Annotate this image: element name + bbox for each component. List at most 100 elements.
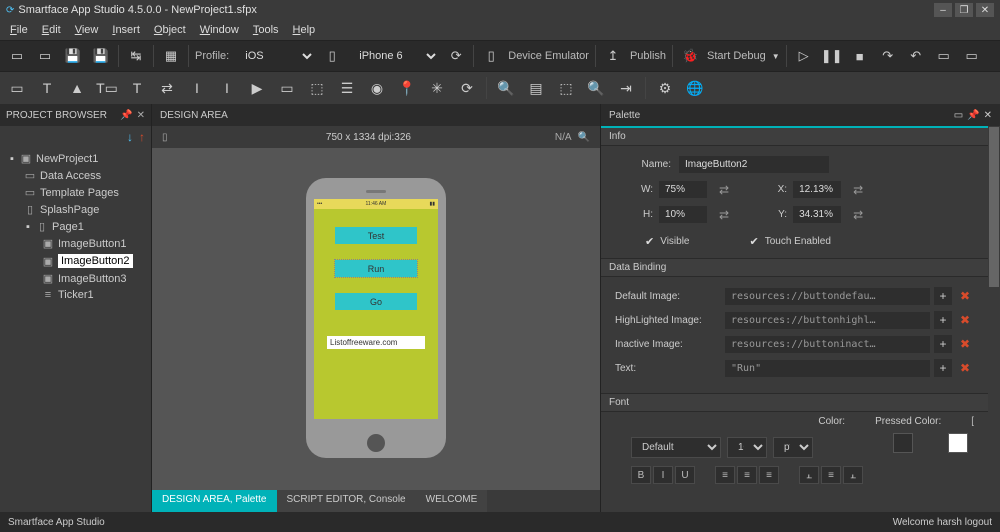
move-up-icon[interactable]: ↑	[139, 130, 145, 144]
x-input[interactable]	[793, 181, 841, 198]
imagebutton-test[interactable]: Test	[335, 227, 417, 244]
open-icon[interactable]: ▭	[34, 45, 56, 67]
touch-checkbox[interactable]: ✔Touch Enabled	[750, 235, 831, 248]
status-right[interactable]: Welcome harsh logout	[893, 517, 992, 528]
color-swatch[interactable]	[893, 433, 913, 453]
publish-icon[interactable]: ↥	[602, 45, 624, 67]
minimize-button[interactable]: –	[934, 3, 952, 17]
settings-icon[interactable]: ⚙	[654, 77, 676, 99]
extra1-icon[interactable]: ▭	[933, 45, 955, 67]
project-tree[interactable]: ▪ ▣ NewProject1 ▭ Data Access ▭ Template…	[0, 148, 151, 512]
valign-mid-button[interactable]: ≡	[821, 466, 841, 484]
publish-label[interactable]: Publish	[630, 50, 666, 62]
debug-label[interactable]: Start Debug	[707, 50, 766, 62]
add-button[interactable]: +	[934, 359, 952, 377]
tree-root[interactable]: ▪ ▣ NewProject1	[0, 150, 151, 167]
menu-file[interactable]: File	[4, 22, 34, 38]
grid-icon[interactable]: ▦	[160, 45, 182, 67]
snap-icon[interactable]: ⬚	[555, 77, 577, 99]
underline-button[interactable]: U	[675, 466, 695, 484]
emulator-icon[interactable]: ▯	[480, 45, 502, 67]
delete-button[interactable]: ✖	[956, 287, 974, 305]
pin-icon[interactable]: 📌	[967, 110, 979, 121]
align-right-button[interactable]: ≡	[759, 466, 779, 484]
swap-icon[interactable]: ⇄	[853, 208, 863, 222]
device-icon[interactable]: ▯	[321, 45, 343, 67]
add-button[interactable]: +	[934, 311, 952, 329]
stop-icon[interactable]: ■	[849, 45, 871, 67]
close-palette-icon[interactable]: ✕	[984, 110, 992, 121]
name-input[interactable]	[679, 156, 829, 173]
step-into-icon[interactable]: ▷	[793, 45, 815, 67]
bold-button[interactable]: B	[631, 466, 651, 484]
valign-bot-button[interactable]: ⫠	[843, 466, 863, 484]
font-size-dropdown[interactable]: 10	[727, 437, 767, 458]
pin-icon[interactable]: 📌	[120, 110, 132, 121]
font-family-dropdown[interactable]: Default	[631, 437, 721, 458]
imagebutton-go[interactable]: Go	[335, 293, 417, 310]
italic-button[interactable]: I	[653, 466, 673, 484]
container-icon[interactable]: ▭	[276, 77, 298, 99]
databinding-section-header[interactable]: Data Binding	[601, 258, 988, 277]
close-button[interactable]: ✕	[976, 3, 994, 17]
imagebutton-run[interactable]: Run	[335, 260, 417, 277]
menu-tools[interactable]: Tools	[247, 22, 285, 38]
globe-icon[interactable]: 🌐	[684, 77, 706, 99]
menu-edit[interactable]: Edit	[36, 22, 67, 38]
pressed-color-swatch[interactable]	[948, 433, 968, 453]
loader-icon[interactable]: ✳	[426, 77, 448, 99]
save-icon[interactable]: 💾	[62, 45, 84, 67]
menu-help[interactable]: Help	[287, 22, 322, 38]
swap-icon[interactable]: ⇄	[853, 183, 863, 197]
select-icon[interactable]: ⬚	[306, 77, 328, 99]
font-unit-dropdown[interactable]: pt	[773, 437, 813, 458]
rec-icon[interactable]: ◉	[366, 77, 388, 99]
align-left-button[interactable]: ≡	[715, 466, 735, 484]
profile-dropdown[interactable]: iOS	[235, 47, 315, 65]
save-all-icon[interactable]: 💾	[90, 45, 112, 67]
emulator-label[interactable]: Device Emulator	[508, 50, 589, 62]
menu-view[interactable]: View	[69, 22, 105, 38]
inactive-image-input[interactable]	[725, 336, 930, 353]
text2-icon[interactable]: I	[186, 77, 208, 99]
tree-item-data-access[interactable]: ▭ Data Access	[0, 167, 151, 184]
info-section-header[interactable]: Info	[601, 126, 988, 146]
button-icon[interactable]: T	[126, 77, 148, 99]
ticker[interactable]: Listoffreeware.com	[327, 336, 425, 349]
text-input[interactable]	[725, 360, 930, 377]
play-icon[interactable]: ▶	[246, 77, 268, 99]
menu-object[interactable]: Object	[148, 22, 192, 38]
device-screen[interactable]: ••• 11:46 AM ▮▮ Test Run Go Listoffreewa…	[314, 199, 438, 419]
export-icon[interactable]: ⇥	[615, 77, 637, 99]
align-center-button[interactable]: ≡	[737, 466, 757, 484]
menu-insert[interactable]: Insert	[106, 22, 146, 38]
new-icon[interactable]: ▭	[6, 45, 28, 67]
move-down-icon[interactable]: ↓	[127, 130, 133, 144]
swap-icon[interactable]: ⇄	[719, 183, 729, 197]
zoomout-icon[interactable]: 🔍	[495, 77, 517, 99]
maximize-button[interactable]: ❐	[955, 3, 973, 17]
collapse-icon[interactable]: ▪	[22, 221, 34, 233]
pin-icon[interactable]: 📍	[396, 77, 418, 99]
list-icon[interactable]: ☰	[336, 77, 358, 99]
add-button[interactable]: +	[934, 287, 952, 305]
debug-icon[interactable]: 🐞	[679, 45, 701, 67]
swap-icon[interactable]: ⇄	[719, 208, 729, 222]
image-icon[interactable]: ▲	[66, 77, 88, 99]
debug-dropdown-icon[interactable]: ▼	[772, 52, 780, 61]
highlighted-image-input[interactable]	[725, 312, 930, 329]
textbox-icon[interactable]: T▭	[96, 77, 118, 99]
text-icon[interactable]: T	[36, 77, 58, 99]
y-input[interactable]	[793, 206, 841, 223]
extra2-icon[interactable]: ▭	[961, 45, 983, 67]
tree-item-imagebutton3[interactable]: ▣ ImageButton3	[0, 270, 151, 287]
zoomin-icon[interactable]: 🔍	[585, 77, 607, 99]
visible-checkbox[interactable]: ✔Visible	[645, 235, 690, 248]
delete-button[interactable]: ✖	[956, 311, 974, 329]
font-section-header[interactable]: Font	[601, 393, 988, 412]
rect-icon[interactable]: ▭	[6, 77, 28, 99]
tree-item-ticker1[interactable]: ≡ Ticker1	[0, 287, 151, 303]
dock-icon[interactable]: ▭	[954, 110, 963, 121]
tree-item-page1[interactable]: ▪ ▯ Page1	[0, 218, 151, 235]
switch-icon[interactable]: ⇄	[156, 77, 178, 99]
